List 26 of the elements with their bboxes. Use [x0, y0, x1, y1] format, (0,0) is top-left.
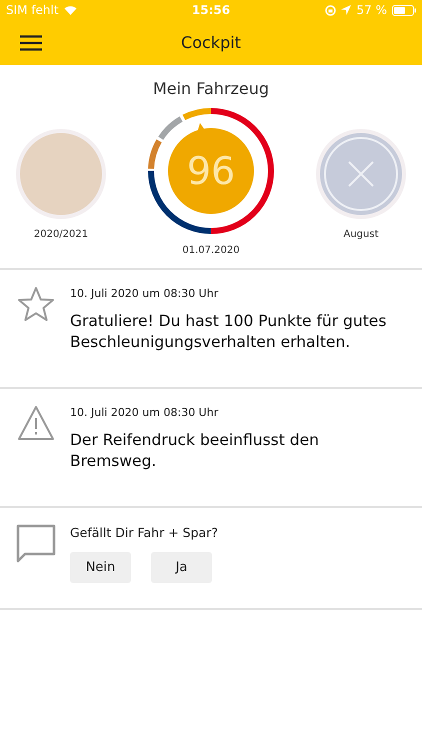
wifi-icon [64, 5, 77, 15]
feedback-question: Gefällt Dir Fahr + Spar? [70, 524, 218, 542]
answer-button[interactable]: Ja [151, 552, 212, 583]
answer-button[interactable]: Nein [70, 552, 131, 583]
feed-time: 10. Juli 2020 um 08:30 Uhr [70, 405, 220, 421]
warning-icon [17, 405, 55, 441]
location-icon [341, 5, 352, 15]
badge-label: August [344, 228, 378, 242]
menu-button[interactable] [20, 34, 42, 52]
battery-text: 57 % [356, 2, 387, 19]
feed-time: 10. Juli 2020 um 08:30 Uhr [70, 286, 220, 302]
feed-message: Gratuliere! Du hast 100 Punkte für gutes Beschleunigungsverhalten erhalten. [70, 310, 388, 352]
section-title: Mein Fahrzeug [152, 78, 270, 100]
carrier-text: SIM fehlt [6, 2, 59, 19]
badge-label: 01.07.2020 [182, 244, 240, 258]
chat-bubble-icon [16, 524, 56, 564]
header-title: Cockpit [181, 32, 241, 54]
feed-message: Der Reifendruck beeinflusst den Bremsweg. [70, 430, 320, 472]
battery-icon [392, 4, 416, 16]
star-icon [17, 286, 55, 322]
score-value: 96 [186, 152, 236, 190]
clock-text: 15:56 [192, 2, 230, 19]
menu-icon [20, 34, 42, 50]
close-icon [323, 136, 399, 212]
rotation-lock-icon [325, 4, 336, 16]
badge-label: 2020/2021 [34, 228, 88, 242]
